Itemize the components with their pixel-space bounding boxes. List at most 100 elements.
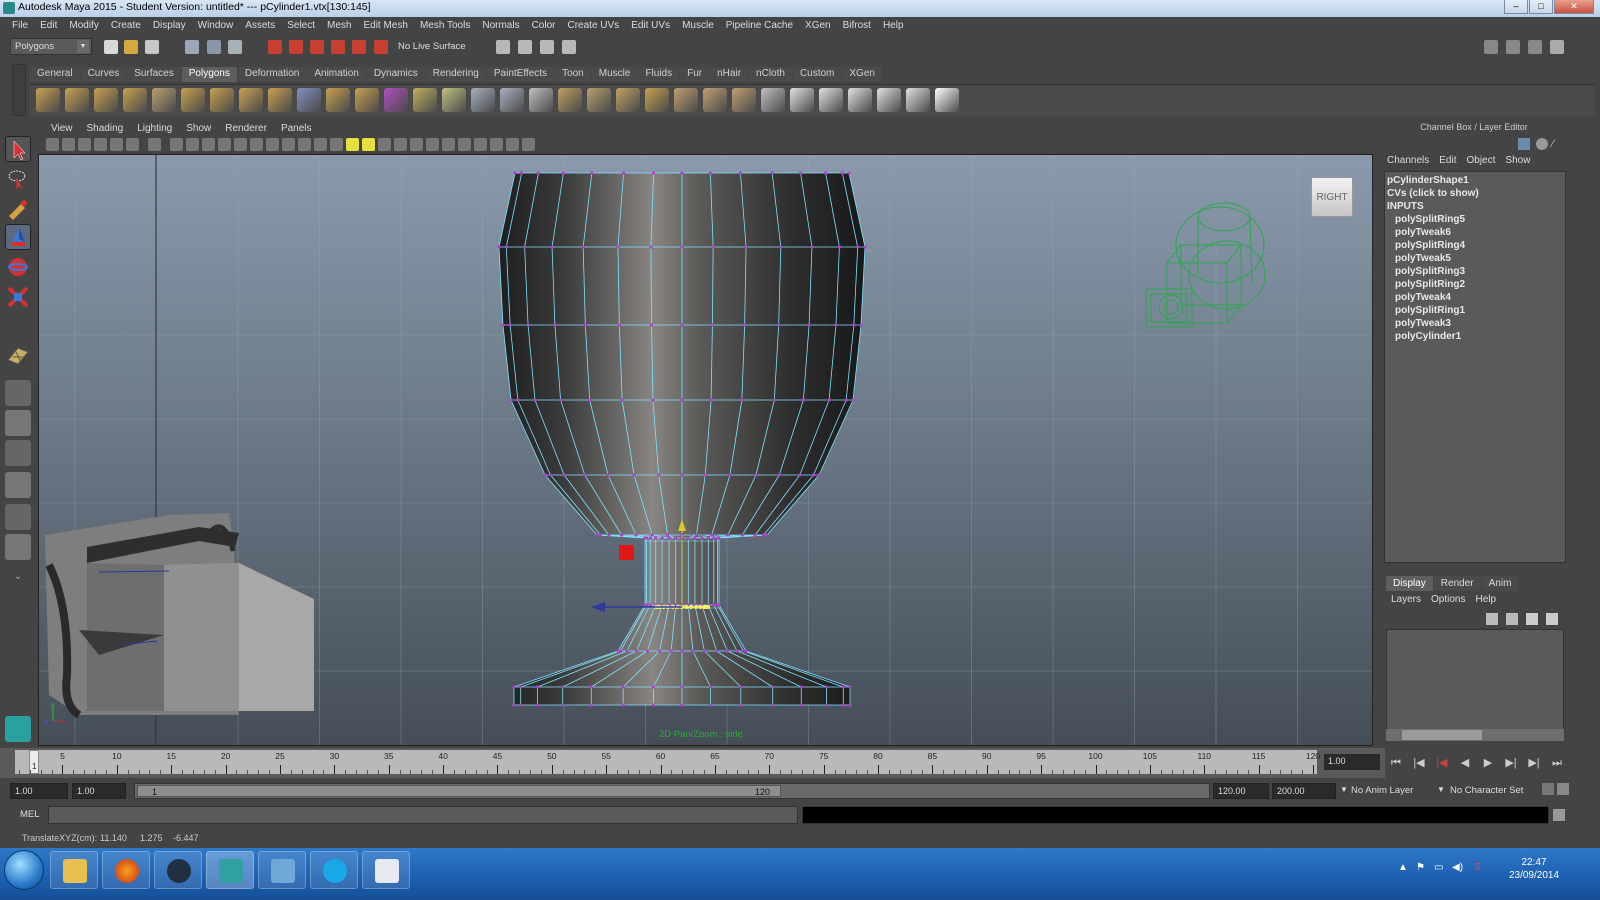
- viewport-tool-icon[interactable]: [78, 138, 91, 151]
- viewport-tool-icon[interactable]: [314, 138, 327, 151]
- viewport-tool-icon[interactable]: [282, 138, 295, 151]
- viewport-tool-icon[interactable]: [362, 138, 375, 151]
- viewport-tool-icon[interactable]: [506, 138, 519, 151]
- select-component-icon[interactable]: [228, 40, 242, 54]
- viewport-tool-icon[interactable]: [110, 138, 123, 151]
- viewport-tool-icon[interactable]: [148, 138, 161, 151]
- script-editor-icon[interactable]: [1553, 809, 1565, 821]
- channel-object-menu[interactable]: Object: [1462, 155, 1501, 166]
- input-node[interactable]: polyTweak3: [1387, 317, 1563, 330]
- range-slider-handle[interactable]: 1 120: [137, 785, 781, 797]
- taskbar-steam[interactable]: [154, 851, 202, 889]
- channel-show-menu[interactable]: Show: [1500, 155, 1535, 166]
- viewport-tool-icon[interactable]: [170, 138, 183, 151]
- play-backward-icon[interactable]: ◀: [1458, 756, 1472, 770]
- shelf-tab-deformation[interactable]: Deformation: [237, 67, 307, 82]
- viewport-tool-icon[interactable]: [46, 138, 59, 151]
- persp-outliner-layout-icon[interactable]: [5, 440, 31, 466]
- menu-bifrost[interactable]: Bifrost: [837, 17, 877, 35]
- select-tool-icon[interactable]: [5, 136, 31, 162]
- shelf-tool-icon[interactable]: [761, 88, 785, 112]
- shelf-tab-animation[interactable]: Animation: [307, 67, 366, 82]
- make-live-icon[interactable]: [352, 40, 366, 54]
- taskbar-explorer[interactable]: [50, 851, 98, 889]
- viewport-side[interactable]: y z RIGHT 2D Pan/Zoom : side: [38, 154, 1373, 746]
- minimize-button[interactable]: –: [1504, 0, 1528, 14]
- input-node[interactable]: polySplitRing4: [1387, 239, 1563, 252]
- viewport-tool-icon[interactable]: [94, 138, 107, 151]
- snap-curve-icon[interactable]: [289, 40, 303, 54]
- step-forward-key-icon[interactable]: ▶|: [1527, 756, 1541, 770]
- go-to-end-icon[interactable]: ⏭: [1550, 756, 1564, 770]
- shelf-tab-painteffects[interactable]: PaintEffects: [486, 67, 555, 82]
- new-layer-selected-icon[interactable]: [1546, 613, 1558, 625]
- input-node[interactable]: polySplitRing3: [1387, 265, 1563, 278]
- render-settings-icon[interactable]: [562, 40, 576, 54]
- menu-mesh-tools[interactable]: Mesh Tools: [414, 17, 476, 35]
- select-object-icon[interactable]: [207, 40, 221, 54]
- snap-view-plane-icon[interactable]: [331, 40, 345, 54]
- shelf-tool-icon[interactable]: [326, 88, 350, 112]
- viewport-menu-renderer[interactable]: Renderer: [218, 121, 274, 136]
- playback-start-field[interactable]: 1.00: [72, 783, 126, 799]
- step-back-frame-icon[interactable]: |◀: [1435, 756, 1449, 770]
- anim-layer-arrow-icon[interactable]: ▼: [1340, 785, 1348, 794]
- menu-edit[interactable]: Edit: [34, 17, 63, 35]
- menu-file[interactable]: File: [6, 17, 34, 35]
- channel-box-toggle-icon[interactable]: [1550, 40, 1564, 54]
- viewport-tool-icon[interactable]: [186, 138, 199, 151]
- shelf-tab-custom[interactable]: Custom: [792, 67, 842, 82]
- scrollbar-thumb[interactable]: [1402, 730, 1482, 740]
- play-forward-icon[interactable]: ▶: [1481, 756, 1495, 770]
- volume-icon[interactable]: ◀): [1452, 862, 1464, 874]
- input-node[interactable]: polyCylinder1: [1387, 330, 1563, 343]
- viewport-tool-icon[interactable]: [522, 138, 535, 151]
- move-layer-up-icon[interactable]: [1486, 613, 1498, 625]
- viewport-tool-icon[interactable]: [410, 138, 423, 151]
- shelf-tool-icon[interactable]: [819, 88, 843, 112]
- shelf-tool-icon[interactable]: [239, 88, 263, 112]
- command-language-label[interactable]: MEL: [20, 809, 40, 820]
- viewport-tool-icon[interactable]: [346, 138, 359, 151]
- shelf-tool-icon[interactable]: [355, 88, 379, 112]
- new-scene-icon[interactable]: [104, 40, 118, 54]
- viewport-tool-icon[interactable]: [218, 138, 231, 151]
- end-time-field[interactable]: 200.00: [1272, 783, 1336, 799]
- last-tool-icon[interactable]: [5, 342, 31, 368]
- view-cube[interactable]: RIGHT: [1311, 177, 1353, 217]
- viewport-tool-icon[interactable]: [490, 138, 503, 151]
- input-node[interactable]: polySplitRing1: [1387, 304, 1563, 317]
- shelf-tool-icon[interactable]: [123, 88, 147, 112]
- menu-muscle[interactable]: Muscle: [676, 17, 720, 35]
- menu-edit-mesh[interactable]: Edit Mesh: [357, 17, 413, 35]
- playback-end-field[interactable]: 120.00: [1213, 783, 1269, 799]
- single-perspective-layout-icon[interactable]: [5, 380, 31, 406]
- menu-pipeline-cache[interactable]: Pipeline Cache: [720, 17, 799, 35]
- shape-node[interactable]: pCylinderShape1: [1387, 174, 1563, 187]
- time-slider[interactable]: 1 5 10 15 20 25 30 35 40 45 50 55 60 65 70 75 80 85 90 95 1…: [0, 748, 1385, 778]
- viewport-tool-icon[interactable]: [250, 138, 263, 151]
- viewport-tool-icon[interactable]: [426, 138, 439, 151]
- layers-menu[interactable]: Layers: [1386, 594, 1426, 605]
- scale-tool-icon[interactable]: [5, 284, 31, 310]
- shelf-tool-icon[interactable]: [790, 88, 814, 112]
- shelf-tab-dynamics[interactable]: Dynamics: [366, 67, 425, 82]
- shelf-tab-fluids[interactable]: Fluids: [638, 67, 680, 82]
- viewport-tool-icon[interactable]: [298, 138, 311, 151]
- menu-create-uvs[interactable]: Create UVs: [561, 17, 625, 35]
- step-back-key-icon[interactable]: |◀: [1412, 756, 1426, 770]
- shelf-tool-icon[interactable]: [732, 88, 756, 112]
- tab-anim[interactable]: Anim: [1481, 576, 1519, 591]
- shelf-tool-icon[interactable]: [442, 88, 466, 112]
- viewport-menu-panels[interactable]: Panels: [274, 121, 319, 136]
- layer-scrollbar[interactable]: [1386, 729, 1564, 741]
- menu-mesh[interactable]: Mesh: [321, 17, 357, 35]
- clock[interactable]: 22:47 23/09/2014: [1502, 856, 1566, 882]
- ipr-render-icon[interactable]: [540, 40, 554, 54]
- snap-point-icon[interactable]: [310, 40, 324, 54]
- shelf-tool-icon[interactable]: [906, 88, 930, 112]
- menu-display[interactable]: Display: [147, 17, 192, 35]
- shelf-tab-rendering[interactable]: Rendering: [425, 67, 486, 82]
- input-node[interactable]: polyTweak4: [1387, 291, 1563, 304]
- shelf-tool-icon[interactable]: [529, 88, 553, 112]
